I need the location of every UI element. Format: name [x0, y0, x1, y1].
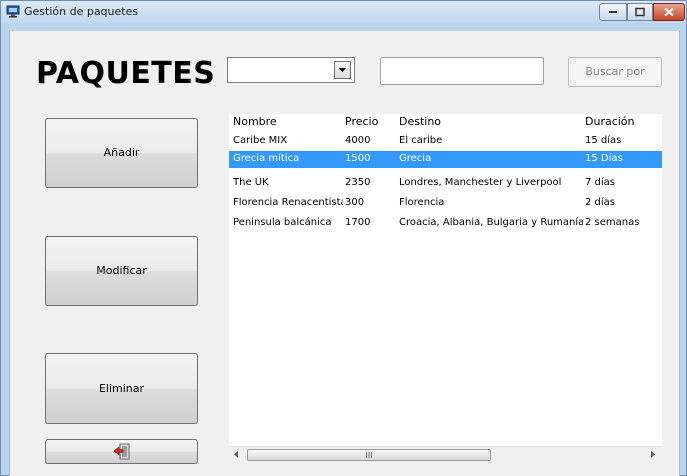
- cell-nombre: Florencia Renacentista: [233, 197, 343, 208]
- cell-duracion: 2 semanas: [585, 217, 640, 228]
- chevron-down-icon: [339, 68, 346, 72]
- cell-precio: 4000: [345, 135, 371, 146]
- edit-button[interactable]: Modificar: [45, 236, 198, 306]
- chevron-left-icon: [234, 451, 238, 458]
- packages-list[interactable]: Nombre Precio Destino Duración Caribe MI…: [229, 114, 662, 462]
- filter-combobox[interactable]: [227, 57, 355, 83]
- add-button[interactable]: Añadir: [45, 118, 198, 188]
- column-header-nombre[interactable]: Nombre: [233, 115, 277, 128]
- table-row[interactable]: Florencia Renacentista 300 Florencia 2 d…: [229, 195, 662, 212]
- cell-destino: Londres, Manchester y Liverpool: [399, 177, 562, 188]
- table-row[interactable]: The UK 2350 Londres, Manchester y Liverp…: [229, 175, 662, 192]
- cell-duracion: 15 días: [585, 135, 622, 146]
- horizontal-scrollbar[interactable]: III: [229, 446, 662, 462]
- table-row[interactable]: Caribe MIX 4000 El caribe 15 días: [229, 133, 662, 150]
- maximize-icon: [635, 7, 645, 17]
- list-header: Nombre Precio Destino Duración: [229, 114, 662, 130]
- minimize-icon: [609, 11, 617, 13]
- title-bar[interactable]: Gestión de paquetes: [1, 1, 686, 23]
- monitor-icon: [6, 5, 20, 18]
- cell-destino: El caribe: [399, 135, 443, 146]
- cell-precio: 1500: [345, 153, 371, 164]
- cell-precio: 1700: [345, 217, 371, 228]
- exit-door-icon: [113, 443, 130, 460]
- close-icon: [664, 7, 674, 17]
- cell-duracion: 2 días: [585, 197, 616, 208]
- cell-nombre: Grecia mítica: [233, 153, 300, 164]
- column-header-duracion[interactable]: Duración: [585, 115, 635, 128]
- cell-duracion: 7 días: [585, 177, 616, 188]
- cell-destino: Florencia: [399, 197, 445, 208]
- table-row-selected[interactable]: Grecia mítica 1500 Grecia 15 Días: [229, 151, 662, 168]
- scroll-right-button[interactable]: [646, 447, 662, 463]
- page-title: PAQUETES: [36, 56, 216, 91]
- search-input[interactable]: [380, 57, 544, 85]
- column-header-precio[interactable]: Precio: [345, 115, 378, 128]
- cell-precio: 300: [345, 197, 365, 208]
- cell-nombre: The UK: [233, 177, 269, 188]
- cell-nombre: Peninsula balcánica: [233, 217, 332, 228]
- window-title: Gestión de paquetes: [24, 5, 139, 18]
- delete-button[interactable]: Eliminar: [45, 353, 198, 424]
- cell-destino: Croacia, Albania, Bulgaria y Rumanía: [399, 217, 583, 228]
- cell-nombre: Caribe MIX: [233, 135, 288, 146]
- exit-button[interactable]: [45, 439, 198, 464]
- cell-destino: Grecia: [399, 153, 432, 164]
- scroll-left-button[interactable]: [229, 447, 245, 463]
- chevron-right-icon: [651, 451, 655, 458]
- combo-dropdown-button[interactable]: [334, 61, 351, 79]
- cell-duracion: 15 Días: [585, 153, 623, 164]
- search-button[interactable]: Buscar por: [568, 57, 662, 87]
- maximize-button[interactable]: [627, 3, 653, 21]
- table-row[interactable]: Peninsula balcánica 1700 Croacia, Albani…: [229, 215, 662, 232]
- scroll-thumb[interactable]: III: [247, 449, 491, 461]
- close-button[interactable]: [653, 3, 685, 21]
- minimize-button[interactable]: [599, 3, 627, 21]
- scroll-grip: III: [365, 451, 373, 460]
- column-header-destino[interactable]: Destino: [399, 115, 441, 128]
- cell-precio: 2350: [345, 177, 371, 188]
